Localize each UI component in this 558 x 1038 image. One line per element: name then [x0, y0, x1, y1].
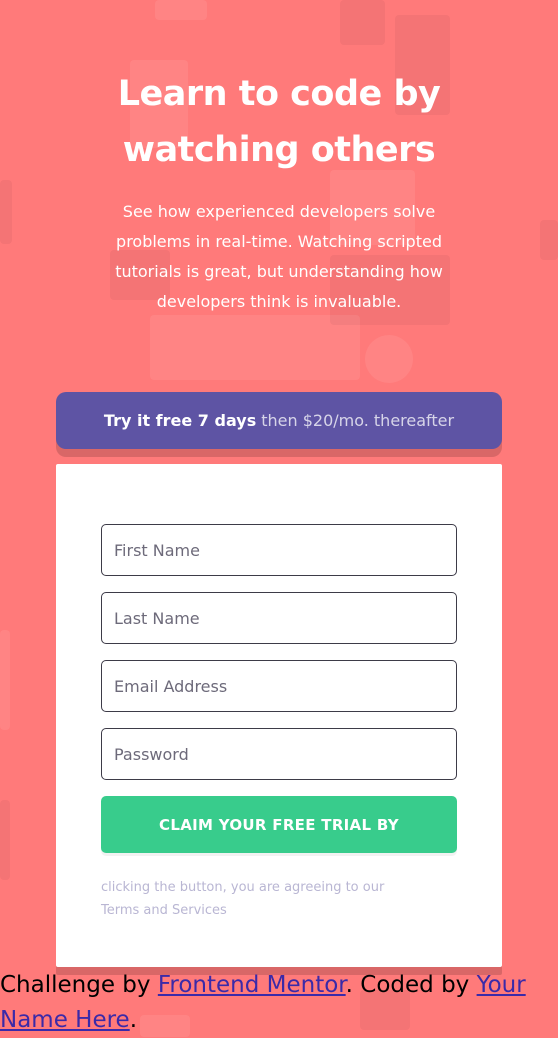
page-title-line-1: Learn to code by — [117, 74, 441, 114]
trial-banner: Try it free 7 days then $20/mo. thereaft… — [56, 392, 502, 449]
trial-banner-price: then $20/mo. thereafter — [261, 411, 455, 430]
last-name-field[interactable] — [101, 592, 457, 644]
attribution: Challenge by Frontend Mentor. Coded by Y… — [0, 968, 558, 1038]
legal-text: clicking the button, you are agreeing to… — [101, 876, 457, 922]
signup-form: CLAIM YOUR FREE TRIAL BY clicking the bu… — [56, 464, 502, 967]
claim-trial-button[interactable]: CLAIM YOUR FREE TRIAL BY — [101, 796, 457, 853]
password-field[interactable] — [101, 728, 457, 780]
attribution-suffix: . — [129, 1007, 138, 1033]
legal-text-line: clicking the button, you are agreeing to… — [101, 880, 385, 895]
attribution-middle: . Coded by — [345, 972, 470, 998]
page-subtitle: See how experienced developers solve pro… — [115, 202, 443, 311]
trial-banner-bold: Try it free 7 days — [103, 411, 257, 430]
page-title-line-2: watching others — [122, 130, 436, 170]
terms-link[interactable]: Terms and Services — [101, 903, 227, 918]
attribution-prefix: Challenge by — [0, 972, 151, 998]
first-name-field[interactable] — [101, 524, 457, 576]
email-field[interactable] — [101, 660, 457, 712]
page-title: Learn to code by watching others — [0, 66, 558, 178]
frontend-mentor-link[interactable]: Frontend Mentor — [158, 972, 346, 998]
